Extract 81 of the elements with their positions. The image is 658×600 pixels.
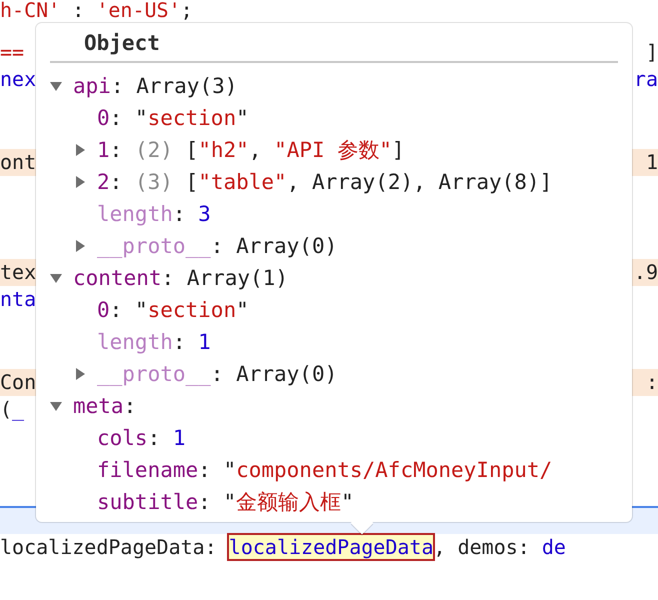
code-token: Array(0) (236, 234, 338, 258)
code-token: 3 (198, 202, 211, 226)
code-token: : (110, 74, 125, 98)
code-token: : (210, 362, 224, 386)
code-token: section (148, 298, 236, 322)
code-token: , (248, 138, 262, 162)
collapse-triangle-icon[interactable] (50, 80, 62, 92)
code-token: 'en-US' (96, 0, 181, 22)
code-token: Array(3) (136, 74, 238, 98)
code-token: : (162, 266, 176, 290)
code-token: ( (0, 397, 12, 421)
property-key: api (73, 70, 111, 102)
code-token: : (646, 370, 658, 394)
code-token: "table" (198, 170, 287, 194)
code-token: _ (12, 397, 24, 421)
code-token: localizedPageData: (0, 534, 218, 558)
code-token: 1 (198, 330, 211, 354)
property-key: meta (73, 390, 124, 422)
property-key: __proto__ (97, 230, 211, 262)
code-token: : (124, 394, 136, 418)
property-key: subtitle (97, 486, 198, 518)
property-key: 2 (97, 166, 110, 198)
property-key: length (97, 198, 173, 230)
code-token: " (236, 298, 249, 322)
code-token: components/AfcMoneyInput/ (236, 458, 552, 482)
code-token: ] (646, 40, 658, 64)
code-token: (3) (134, 170, 174, 194)
code-token: : " (110, 298, 148, 322)
code-token: ] (392, 138, 405, 162)
property-key: length (97, 326, 173, 358)
code-token: : " (198, 490, 236, 514)
property-key: filename (97, 454, 198, 486)
collapse-triangle-icon[interactable] (50, 400, 62, 412)
code-token: " (236, 106, 249, 130)
code-token: [ (186, 138, 198, 162)
code-token: : (172, 202, 187, 226)
code-token: Array(0) (236, 362, 338, 386)
expand-triangle-icon[interactable] (74, 240, 86, 252)
code-token: : " (110, 106, 148, 130)
property-key: content (73, 262, 162, 294)
code-token: 1 (646, 150, 658, 174)
code-token: == (0, 40, 24, 64)
code-token: : (71, 0, 86, 22)
property-key: 0 (97, 102, 110, 134)
property-key: __proto__ (97, 358, 211, 390)
code-token: Con (0, 370, 36, 394)
code-token: , demos: (433, 534, 531, 558)
code-token: h-CN' (0, 0, 60, 22)
code-token: tex (0, 260, 36, 284)
code-token: 1 (172, 426, 186, 450)
code-token: (2) (134, 138, 174, 162)
code-token: nta (0, 287, 36, 311)
code-token: ; (180, 0, 193, 22)
code-token: de (542, 534, 566, 558)
popover-title: Object (84, 31, 160, 55)
code-token: "API 参数" (274, 138, 392, 162)
code-token: : (172, 330, 187, 354)
code-token: : (148, 426, 162, 450)
code-token: ra (634, 67, 658, 91)
code-token: " (341, 490, 354, 514)
expand-triangle-icon[interactable] (74, 176, 86, 188)
collapse-triangle-icon[interactable] (50, 272, 62, 284)
code-token: : (110, 138, 124, 162)
code-token: : (110, 170, 124, 194)
code-token: "h2" (198, 138, 249, 162)
code-token: [ (186, 170, 198, 194)
expand-triangle-icon[interactable] (74, 144, 86, 156)
code-token: .9 (634, 260, 658, 284)
code-token: , Array(2), Array(8)] (286, 170, 552, 194)
property-key: 0 (97, 294, 110, 326)
property-key: 1 (97, 134, 110, 166)
code-token: : (210, 234, 224, 258)
code-token: : " (198, 458, 236, 482)
code-token: ont (0, 150, 36, 174)
search-match: localizedPageData (228, 534, 434, 558)
code-token: nex (0, 67, 36, 91)
property-key: cols (97, 422, 148, 454)
code-token: 金额输入框 (236, 490, 342, 514)
code-token: section (148, 106, 236, 130)
expand-triangle-icon[interactable] (74, 368, 86, 380)
code-token: Array(1) (186, 266, 288, 290)
